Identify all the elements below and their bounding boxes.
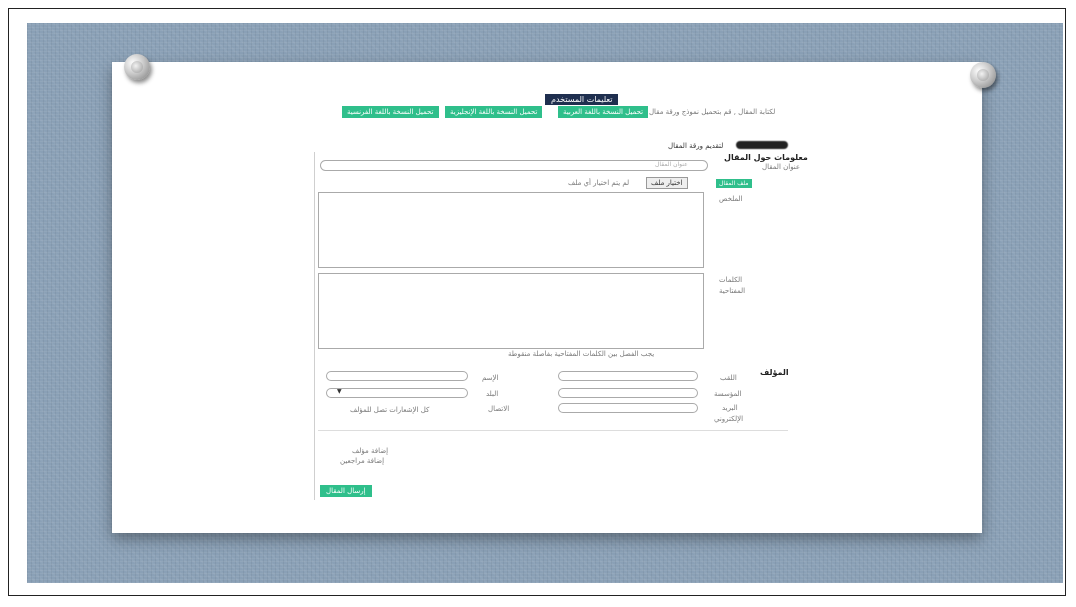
institution-label: المؤسسة: [714, 390, 742, 398]
submit-heading: لتقديم ورقة المقال: [668, 142, 724, 150]
country-label: البلد: [486, 390, 499, 398]
divider: [318, 430, 788, 431]
user-guide-title[interactable]: تعليمات المستخدم: [545, 94, 619, 105]
email-input[interactable]: [558, 403, 698, 413]
add-reviewer-link[interactable]: إضافة مراجعين: [340, 457, 384, 465]
contact-label: الاتصال: [488, 405, 510, 413]
country-select[interactable]: [326, 388, 468, 398]
abstract-label: الملخص: [719, 195, 743, 203]
keywords-label: الكلمات: [719, 276, 743, 284]
download-arabic-button[interactable]: تحميل النسخة باللغة العربية: [558, 106, 649, 118]
title-placeholder: عنوان المقال: [655, 161, 688, 168]
email-label-line2: الإلكتروني: [714, 415, 744, 423]
instruction-text: لكتابة المقال , قم بتحميل نموذج ورقة مقا…: [628, 108, 776, 116]
download-french-button[interactable]: تحميل النسخة باللغة الفرنسية: [342, 106, 439, 118]
lastname-label: اللقب: [720, 374, 737, 382]
pushpin-icon: [124, 54, 150, 80]
download-english-button[interactable]: تحميل النسخة باللغة الإنجليزية: [445, 106, 543, 118]
submit-article-button[interactable]: إرسال المقال: [320, 485, 372, 497]
no-file-text: لم يتم اختيار أي ملف: [568, 179, 630, 187]
firstname-label: الإسم: [482, 374, 499, 382]
add-author-link[interactable]: إضافة مؤلف: [352, 447, 388, 455]
article-info-heading: معلومات حول المقال: [724, 153, 808, 162]
authors-heading: المؤلف: [760, 368, 789, 377]
keywords-label-line2: المفتاحية: [719, 287, 746, 295]
keywords-hint: يجب الفصل بين الكلمات المفتاحية بفاصلة م…: [508, 350, 655, 358]
article-file-badge: ملف المقال: [716, 179, 752, 188]
institution-input[interactable]: [558, 388, 698, 398]
dropdown-arrow-icon: ▼: [337, 388, 342, 395]
title-label: عنوان المقال: [762, 163, 801, 171]
title-input[interactable]: [320, 160, 708, 171]
email-label: البريد: [722, 404, 738, 412]
contact-note: كل الإشعارات تصل للمؤلف: [350, 406, 430, 414]
choose-file-button[interactable]: اختيار ملف: [646, 177, 688, 189]
logo-mark: [736, 141, 788, 149]
lastname-input[interactable]: [558, 371, 698, 381]
pushpin-icon: [970, 62, 996, 88]
keywords-textarea[interactable]: [318, 273, 704, 349]
abstract-textarea[interactable]: [318, 192, 704, 268]
firstname-input[interactable]: [326, 371, 468, 381]
